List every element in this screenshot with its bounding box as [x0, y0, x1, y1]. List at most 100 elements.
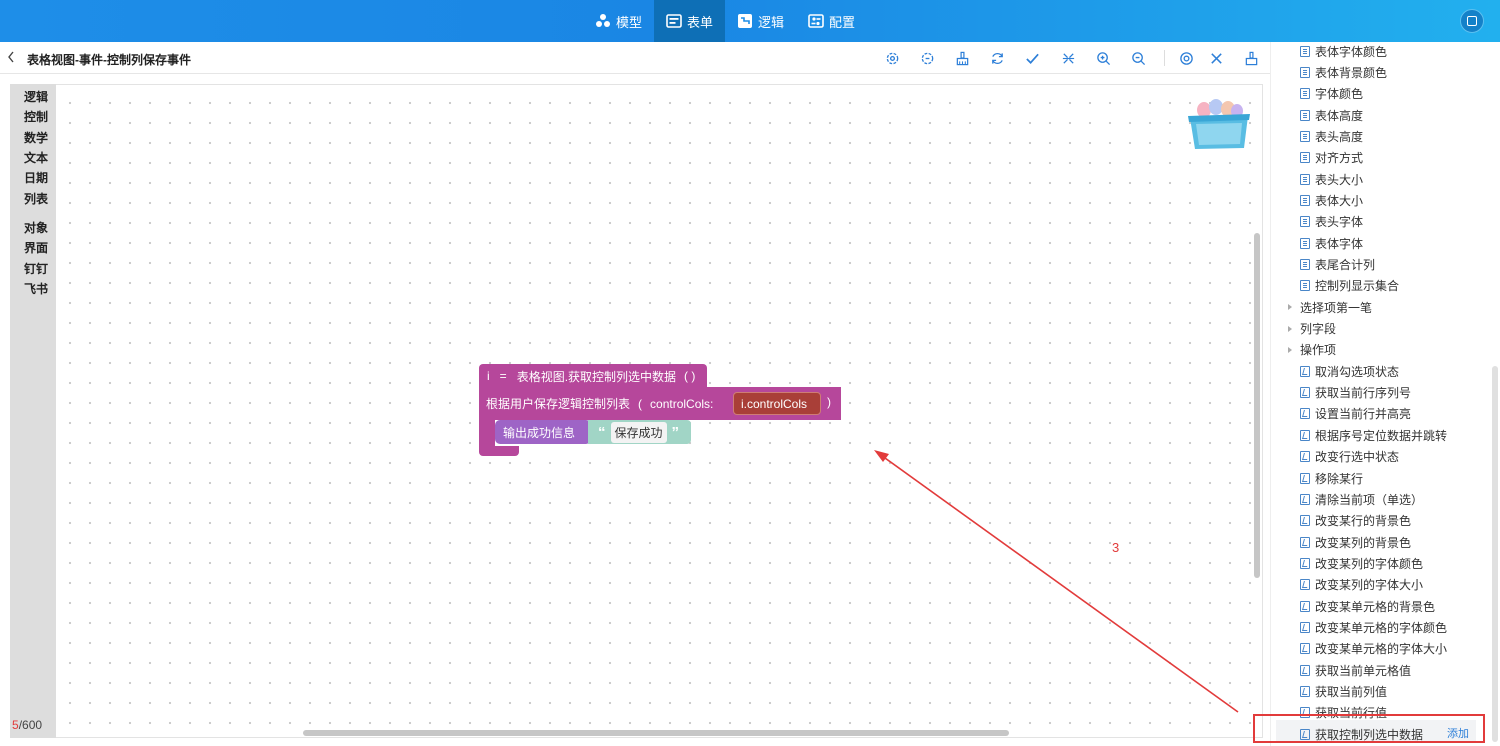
panel-prop-item[interactable]: 表头大小 [1300, 170, 1363, 188]
zoom-out-icon[interactable] [1128, 48, 1148, 68]
panel-group[interactable]: 操作项 [1288, 341, 1336, 359]
panel-group[interactable]: 选择项第一笔 [1288, 298, 1372, 316]
panel-prop-label: 控制列显示集合 [1315, 279, 1400, 294]
panel-method-label: 根据序号定位数据并跳转 [1315, 428, 1448, 443]
field-icon [1300, 173, 1310, 185]
category-logic[interactable]: 逻辑 [24, 88, 48, 105]
category-control[interactable]: 控制 [24, 108, 48, 125]
panel-method-item[interactable]: 改变某单元格的背景色 [1300, 597, 1435, 615]
panel-prop-label: 表体字体颜色 [1315, 44, 1388, 59]
category-date[interactable]: 日期 [24, 169, 48, 186]
panel-prop-label: 表头大小 [1315, 172, 1364, 187]
panel-method-item[interactable]: 改变某单元格的字体颜色 [1300, 618, 1447, 636]
panel-prop-item[interactable]: 表体大小 [1300, 191, 1363, 209]
tab-config[interactable]: 配置 [796, 0, 867, 42]
panel-prop-item[interactable]: 表体字体颜色 [1300, 42, 1387, 60]
panel-prop-item[interactable]: 表体字体 [1300, 234, 1363, 252]
block-category-list: 逻辑 控制 数学 文本 日期 列表 对象 界面 钉钉 飞书 [10, 84, 56, 738]
panel-method-item[interactable]: 设置当前行并高亮 [1300, 405, 1411, 423]
statement-connector [479, 419, 495, 447]
workspace-horizontal-scrollbar[interactable] [303, 730, 1009, 736]
string-literal-block[interactable]: “ 保存成功 ” [588, 420, 691, 444]
field-icon [1300, 194, 1310, 206]
block-counter: 5/600 [12, 718, 42, 732]
fullscreen-button[interactable] [1460, 9, 1484, 33]
left-quote: “ [598, 423, 606, 441]
panel-group[interactable]: 列字段 [1288, 320, 1336, 338]
string-value[interactable]: 保存成功 [610, 421, 667, 443]
category-text[interactable]: 文本 [24, 149, 48, 166]
panel-method-label: 改变某列的字体颜色 [1315, 556, 1424, 571]
top-nav-bar: 模型 表单 逻辑 配置 [0, 0, 1500, 42]
panel-method-item[interactable]: 获取当前单元格值 [1300, 661, 1411, 679]
field-icon [1300, 66, 1310, 78]
trash-can-icon[interactable] [1186, 98, 1252, 152]
panel-method-item[interactable]: 移除某行 [1300, 469, 1363, 487]
panel-group-label: 操作项 [1300, 343, 1337, 358]
panel-method-item[interactable]: 获取当前列值 [1300, 683, 1387, 701]
category-feishu[interactable]: 飞书 [24, 280, 48, 297]
page-header: 表格视图-事件-控制列保存事件 [0, 42, 1270, 74]
refresh-icon[interactable] [987, 48, 1007, 68]
panel-method-item[interactable]: 改变某列的字体大小 [1300, 576, 1423, 594]
panel-prop-item[interactable]: 表头字体 [1300, 213, 1363, 231]
panel-method-item[interactable]: 取消勾选项状态 [1300, 362, 1399, 380]
panel-scrollbar[interactable] [1492, 366, 1498, 742]
brush-icon[interactable] [1241, 48, 1261, 68]
settings-gear-alt-icon[interactable] [917, 48, 937, 68]
collapse-icon[interactable] [1058, 48, 1078, 68]
panel-prop-label: 表体字体 [1315, 236, 1364, 251]
panel-method-label: 改变某单元格的字体颜色 [1315, 620, 1448, 635]
back-arrow-icon[interactable] [6, 49, 18, 65]
category-math[interactable]: 数学 [24, 129, 48, 146]
workspace-vertical-scrollbar[interactable] [1254, 233, 1260, 578]
panel-group-label: 列字段 [1300, 322, 1337, 337]
panel-prop-item[interactable]: 控制列显示集合 [1300, 277, 1399, 295]
panel-method-item[interactable]: 根据序号定位数据并跳转 [1300, 426, 1447, 444]
save-open-paren: ( [638, 396, 643, 411]
tab-model[interactable]: 模型 [583, 0, 654, 42]
panel-prop-item[interactable]: 对齐方式 [1300, 149, 1363, 167]
save-control-cols-block[interactable]: 根据用户保存逻辑控制列表 ( controlCols: i.controlCol… [479, 387, 841, 420]
panel-prop-item[interactable]: 表体背景颜色 [1300, 63, 1387, 81]
assign-var: i [487, 369, 490, 383]
panel-prop-item[interactable]: 字体颜色 [1300, 85, 1363, 103]
panel-method-label: 改变某列的背景色 [1315, 535, 1412, 550]
panel-method-item[interactable]: 改变某列的背景色 [1300, 533, 1411, 551]
block-count-current: 5 [12, 718, 19, 732]
zoom-in-icon[interactable] [1093, 48, 1113, 68]
caret-right-icon [1288, 304, 1292, 311]
tab-form[interactable]: 表单 [654, 0, 726, 42]
panel-prop-item[interactable]: 表尾合计列 [1300, 256, 1375, 274]
tab-logic-label: 逻辑 [758, 14, 785, 30]
control-cols-arg[interactable]: i.controlCols [733, 392, 821, 415]
function-icon [1300, 536, 1310, 548]
output-success-block[interactable]: 输出成功信息 [495, 420, 591, 444]
tab-logic[interactable]: 逻辑 [725, 0, 796, 42]
panel-prop-label: 表体高度 [1315, 108, 1364, 123]
target-icon[interactable] [1176, 48, 1196, 68]
panel-method-item[interactable]: 获取当前行序列号 [1300, 384, 1411, 402]
function-icon [1300, 387, 1310, 399]
category-list[interactable]: 列表 [24, 190, 48, 207]
panel-method-item[interactable]: 清除当前项（单选） [1300, 490, 1423, 508]
check-icon[interactable] [1022, 48, 1042, 68]
clean-brush-icon[interactable] [952, 48, 972, 68]
category-ui[interactable]: 界面 [24, 239, 48, 256]
panel-method-label: 改变行选中状态 [1315, 450, 1400, 465]
assign-block[interactable]: i = 表格视图.获取控制列选中数据 ( ) [479, 364, 707, 388]
settings-gear-icon[interactable] [882, 48, 902, 68]
panel-method-item[interactable]: 改变某行的背景色 [1300, 512, 1411, 530]
panel-method-item[interactable]: 改变行选中状态 [1300, 448, 1399, 466]
panel-prop-item[interactable]: 表头高度 [1300, 127, 1363, 145]
category-dingtalk[interactable]: 钉钉 [24, 260, 48, 277]
panel-method-label: 移除某行 [1315, 471, 1364, 486]
category-object[interactable]: 对象 [24, 219, 48, 236]
assign-paren: ( ) [684, 369, 696, 383]
close-icon[interactable] [1206, 48, 1226, 68]
panel-method-item[interactable]: 改变某单元格的字体大小 [1300, 640, 1447, 658]
function-icon [1300, 664, 1310, 676]
function-icon [1300, 600, 1310, 612]
panel-method-item[interactable]: 改变某列的字体颜色 [1300, 554, 1423, 572]
panel-prop-item[interactable]: 表体高度 [1300, 106, 1363, 124]
